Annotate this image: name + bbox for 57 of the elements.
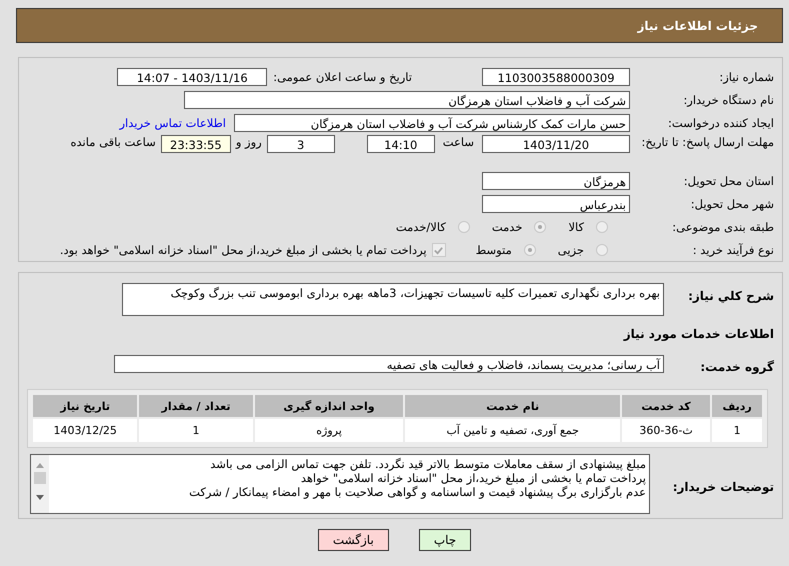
- service-group-field: آب رسانی؛ مدیریت پسماند، فاضلاب و فعالیت های تصفیه: [114, 355, 664, 373]
- column-header: کد خدمت: [622, 395, 710, 417]
- page-title: جزئیات اطلاعات نیاز: [637, 18, 758, 32]
- field-label: شرح کلي نياز:: [687, 288, 774, 303]
- radio-button[interactable]: [534, 221, 546, 233]
- creator-field: حسن مارات کمک کارشناس شرکت آب و فاضلاب استان هرمزگان: [234, 114, 630, 132]
- table-cell: جمع آوری، تصفیه و تامین آب: [405, 419, 620, 442]
- field-label: مهلت ارسال پاسخ: تا تاریخ:: [640, 135, 774, 149]
- payment-note: پرداخت تمام یا بخشی از مبلغ خرید،از محل "اسناد خزانه اسلامی" خواهد بود.: [60, 243, 427, 257]
- field-label: نام دستگاه خریدار:: [682, 93, 774, 107]
- time-label: ساعت: [442, 135, 474, 149]
- table-cell: 1403/12/25: [33, 419, 138, 442]
- buyer-contact-link[interactable]: اطلاعات تماس خریدار: [119, 116, 226, 130]
- radio-button[interactable]: [458, 221, 470, 233]
- field-label: گروه خدمت:: [699, 359, 774, 374]
- deadline-time-field: 14:10: [366, 135, 435, 153]
- field-label: نوع فرآیند خرید :: [692, 243, 774, 257]
- payment-checkbox[interactable]: [432, 243, 446, 257]
- radio-label: کالا/خدمت: [396, 220, 446, 234]
- column-header: نام خدمت: [405, 395, 620, 417]
- radio-button[interactable]: [524, 244, 536, 256]
- column-header: واحد اندازه گیری: [254, 395, 404, 417]
- table-cell: ث-36-360: [622, 419, 710, 442]
- remaining-time-field: 23:33:55: [160, 135, 231, 153]
- city-field: بندرعباس: [482, 195, 630, 213]
- description-field: بهره برداری نگهداری تعمیرات کلیه تاسیسات تجهیزات، 3ماهه بهره برداری ابوموسی تنب بزرگ وکوچک: [122, 283, 664, 316]
- radio-label: جزیی: [558, 243, 584, 257]
- back-button[interactable]: بازگشت: [318, 529, 389, 551]
- radio-button[interactable]: [596, 221, 608, 233]
- field-label: شماره نیاز:: [718, 70, 774, 84]
- table-cell: 1: [139, 419, 253, 442]
- days-field: 3: [266, 135, 335, 153]
- section-title: اطلاعات خدمات مورد نیاز: [624, 327, 774, 341]
- buyer-notes-field: مبلغ پیشنهادی از سقف معاملات متوسط بالاتر قید نگردد. تلفن جهت تماس الزامی می باشد پرداخت تمام یا بخشی از مبلغ خرید،از محل "اسناد خزانه اسلامی" خواهد عدم بارگزاری برگ پیشنهاد قیمت و اساسنامه و گواهی صلاحیت با مهر و امضاء پیمانکار / شرکت: [30, 454, 650, 514]
- table-cell: 1: [712, 419, 762, 442]
- radio-label: کالا: [568, 220, 584, 234]
- column-header: تاریخ نیاز: [33, 395, 138, 417]
- remaining-label: ساعت باقی مانده: [70, 135, 156, 149]
- field-label: طبقه بندی موضوعی:: [671, 220, 774, 234]
- column-header: ردیف: [712, 395, 762, 417]
- radio-button[interactable]: [596, 244, 608, 256]
- need-number-field: 1103003588000309: [482, 68, 630, 86]
- table-cell: پروژه: [254, 419, 404, 442]
- buyer-field: شرکت آب و فاضلاب استان هرمزگان: [184, 91, 630, 109]
- radio-label: متوسط: [476, 243, 512, 257]
- deadline-date-field: 1403/11/20: [482, 135, 630, 153]
- field-label: تاریخ و ساعت اعلان عمومی:: [273, 70, 412, 84]
- radio-label: خدمت: [492, 220, 522, 234]
- column-header: تعداد / مقدار: [139, 395, 253, 417]
- province-field: هرمزگان: [482, 172, 630, 190]
- field-label: توضیحات خریدار:: [672, 479, 774, 494]
- print-button[interactable]: چاپ: [418, 529, 472, 551]
- field-label: شهر محل تحویل:: [690, 197, 774, 211]
- field-label: ایجاد کننده درخواست:: [667, 116, 774, 130]
- announce-date-field: 1403/11/16 - 14:07: [117, 68, 268, 86]
- field-label: استان محل تحویل:: [682, 174, 774, 188]
- days-label: روز و: [236, 135, 262, 149]
